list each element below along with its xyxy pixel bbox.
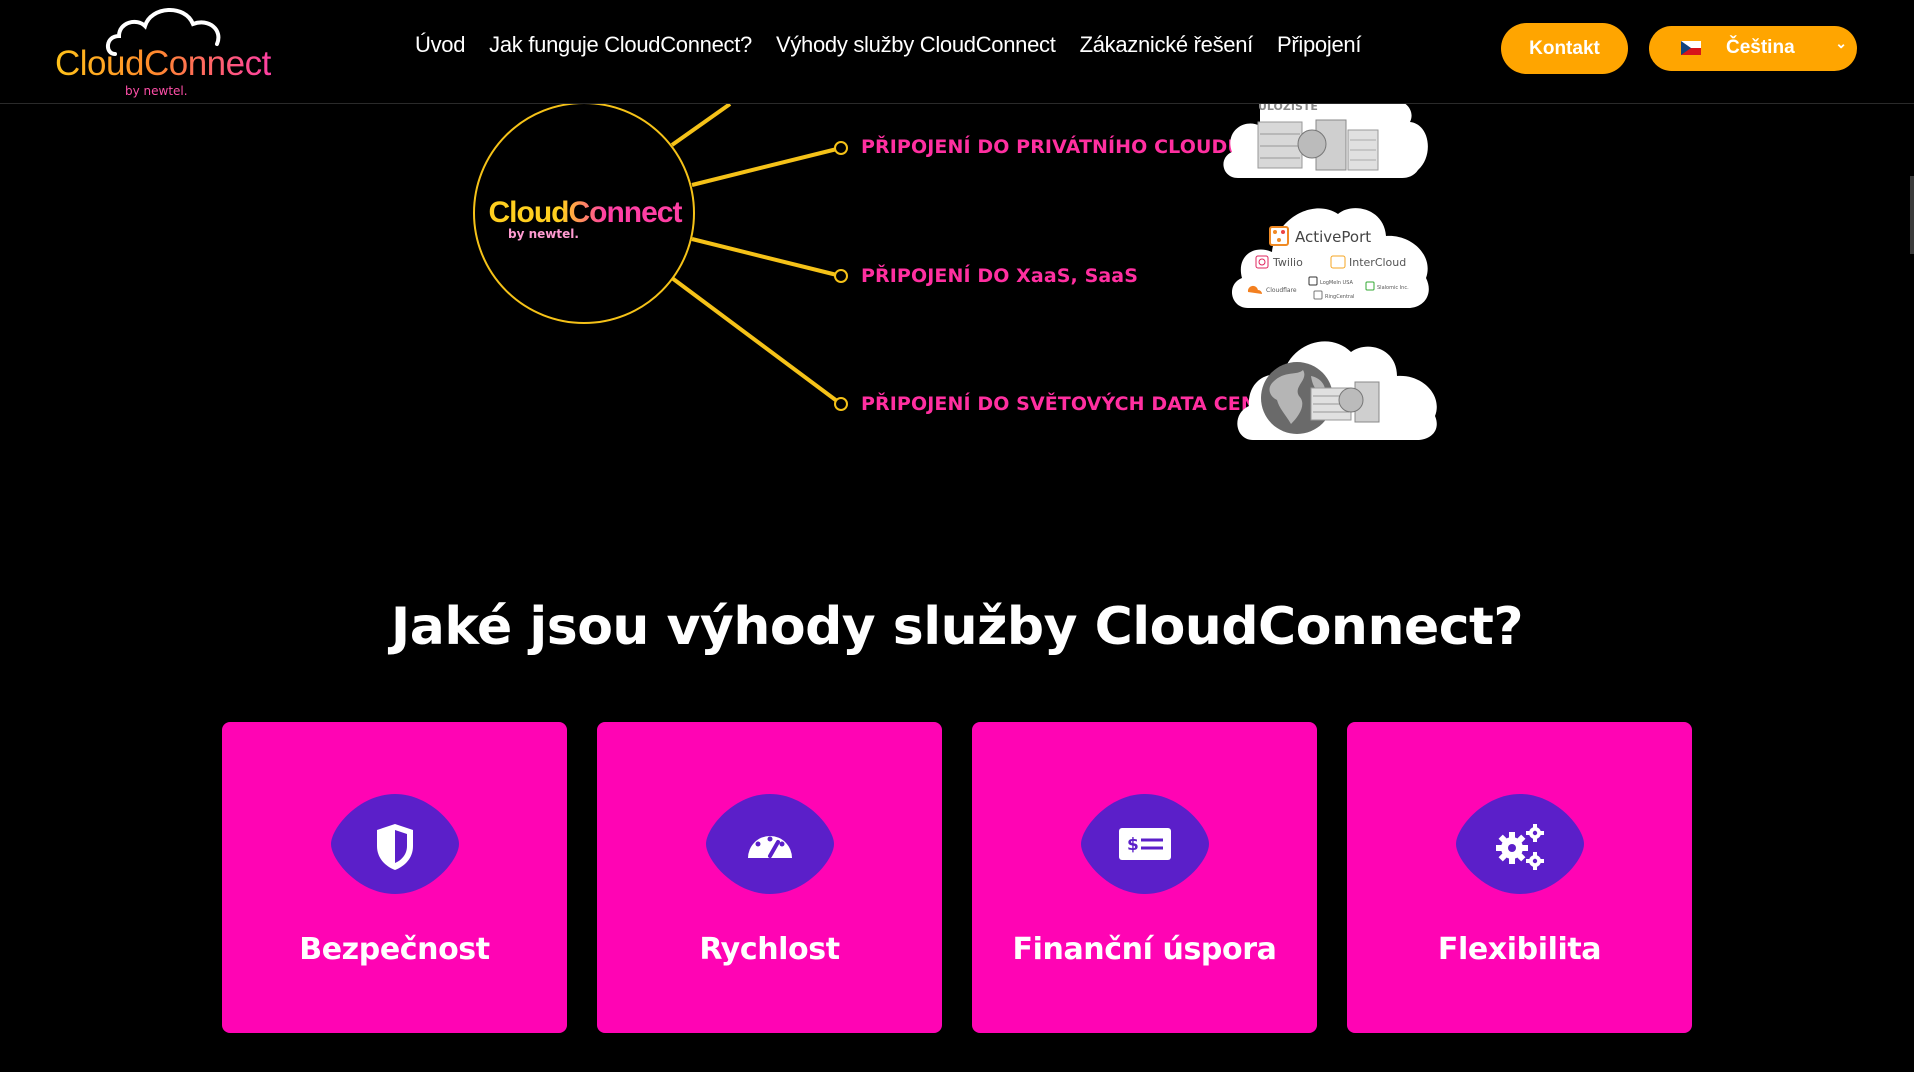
partner-twilio: Twilio (1272, 256, 1303, 269)
gears-icon (1456, 794, 1584, 894)
money-check-icon: $ (1081, 794, 1209, 894)
connection-label-xaas: PŘIPOJENÍ DO XaaS, SaaS (861, 265, 1138, 287)
svg-text:$: $ (1127, 835, 1139, 855)
connection-label-private-cloud: PŘIPOJENÍ DO PRIVÁTNÍHO CLOUDU (861, 136, 1243, 158)
hub-wordmark: CloudConnect (485, 196, 685, 230)
czech-flag-icon (1681, 41, 1701, 55)
cloudconnect-hub: CloudConnect by newtel. (473, 102, 695, 324)
benefits-heading: Jaké jsou výhody služby CloudConnect? (390, 597, 1524, 657)
benefit-card-flexibility[interactable]: Flexibilita (1347, 722, 1692, 1033)
saas-partners-cloud-image: ActivePort Twilio InterCloud Cloudflare … (1231, 208, 1429, 308)
nav-item-zakaznicke-reseni[interactable]: Zákaznické řešení (1080, 32, 1254, 58)
logo-by-line: by newtel. (125, 84, 188, 98)
language-label: Čeština (1726, 37, 1795, 58)
chevron-down-icon: ⌄ (1835, 35, 1847, 51)
partner-slalomic: Slalomic Inc. (1377, 285, 1409, 291)
partner-ringcentral: RingCentral (1325, 294, 1354, 300)
nav-item-uvod[interactable]: Úvod (415, 32, 465, 58)
benefit-title: Finanční úspora (1012, 932, 1277, 967)
benefit-title: Flexibilita (1437, 932, 1602, 967)
nav-item-pripojeni[interactable]: Připojení (1277, 32, 1361, 58)
shield-icon (331, 794, 459, 894)
language-select[interactable]: Čeština ⌄ (1649, 26, 1857, 71)
main-nav: Úvod Jak funguje CloudConnect? Výhody sl… (415, 32, 1385, 58)
site-logo[interactable]: CloudConnect by newtel. (55, 4, 271, 98)
logo-wordmark: CloudConnect (55, 44, 271, 83)
benefit-card-speed[interactable]: Rychlost (597, 722, 942, 1033)
private-cloud-storage-image: ÚLOŽIŠTĚ (1223, 100, 1428, 178)
site-header: CloudConnect by newtel. Úvod Jak funguje… (0, 0, 1914, 104)
nav-item-vyhody[interactable]: Výhody služby CloudConnect (776, 32, 1056, 58)
partner-activeport: ActivePort (1295, 228, 1371, 246)
partner-cloudflare: Cloudflare (1266, 287, 1297, 294)
hub-by-line: by newtel. (508, 227, 579, 241)
benefit-title: Bezpečnost (299, 932, 490, 967)
speedometer-icon (706, 794, 834, 894)
partner-logmein: LogMeIn USA (1320, 280, 1353, 286)
data-center-cloud-image (1237, 341, 1437, 440)
benefit-card-savings[interactable]: $ Finanční úspora (972, 722, 1317, 1033)
contact-button[interactable]: Kontakt (1501, 23, 1628, 74)
partner-intercloud: InterCloud (1349, 256, 1406, 269)
benefit-card-security[interactable]: Bezpečnost (222, 722, 567, 1033)
benefit-title: Rychlost (699, 932, 840, 967)
nav-item-jak-funguje[interactable]: Jak funguje CloudConnect? (489, 32, 752, 58)
